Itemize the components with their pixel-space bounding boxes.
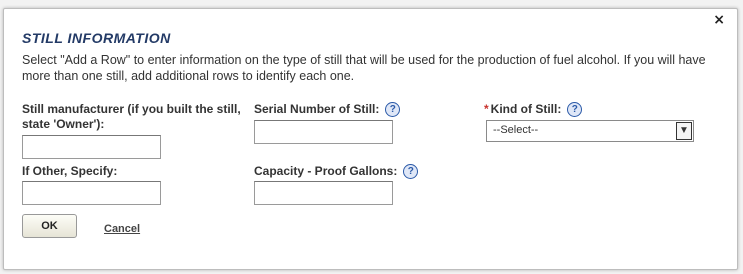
dialog-title: STILL INFORMATION [22,30,171,46]
required-marker: * [484,102,489,116]
close-icon[interactable]: × [713,12,725,28]
capacity-label: Capacity - Proof Gallons:? [254,164,419,180]
kind-label: * Kind of Still:? [484,102,583,118]
serial-label: Serial Number of Still:? [254,102,401,118]
manufacturer-input[interactable] [22,135,161,159]
help-icon[interactable]: ? [567,102,583,118]
kind-of-still-select[interactable]: --Select-- ▼ [486,120,694,142]
capacity-label-text: Capacity - Proof Gallons: [254,164,398,178]
other-label: If Other, Specify: [22,164,117,179]
help-icon[interactable]: ? [385,102,401,118]
chevron-down-icon[interactable]: ▼ [676,122,692,140]
other-label-text: If Other, Specify: [22,164,118,178]
serial-number-input[interactable] [254,120,393,144]
cancel-link[interactable]: Cancel [104,223,140,235]
kind-label-text: Kind of Still: [490,102,562,116]
manufacturer-label: Still manufacturer (if you built the sti… [22,102,247,132]
dialog-instructions: Select "Add a Row" to enter information … [22,53,706,83]
serial-label-text: Serial Number of Still: [254,102,380,116]
kind-select-value: --Select-- [493,124,539,136]
other-specify-input[interactable] [22,181,161,205]
help-icon[interactable]: ? [403,164,419,180]
capacity-input[interactable] [254,181,393,205]
ok-button[interactable]: OK [22,214,77,238]
still-information-dialog: × STILL INFORMATION Select "Add a Row" t… [3,8,738,270]
manufacturer-label-text: Still manufacturer (if you built the sti… [22,102,241,131]
